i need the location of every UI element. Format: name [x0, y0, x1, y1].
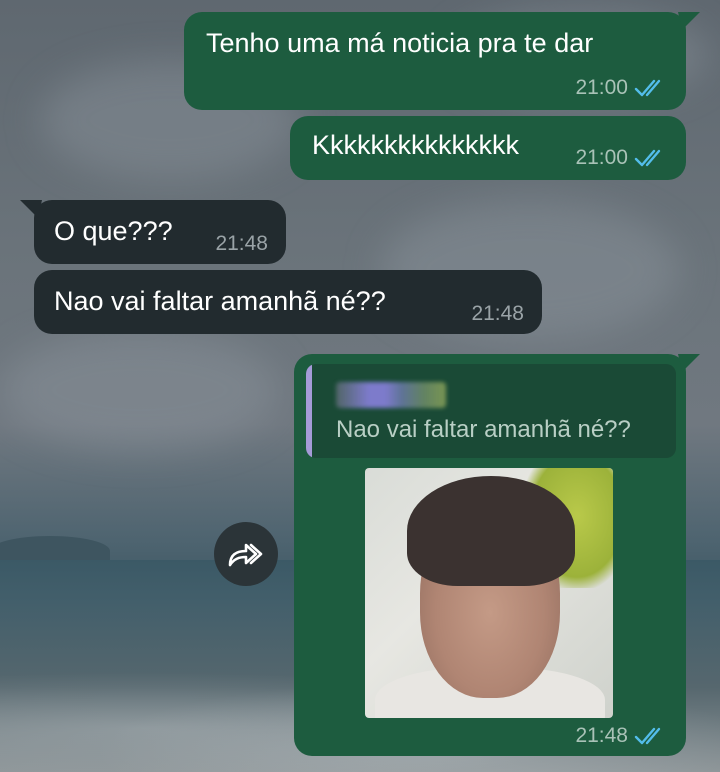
- forward-arrow-icon: [228, 543, 263, 567]
- blurred-sender-name: [336, 382, 446, 408]
- outgoing-image-reply-bubble[interactable]: Nao vai faltar amanhã né?? 21:48: [294, 354, 700, 756]
- message-text: O que???: [54, 216, 173, 246]
- message-text: Tenho uma má noticia pra te dar: [206, 28, 594, 58]
- image-attachment[interactable]: [365, 468, 613, 718]
- double-check-icon: [634, 727, 661, 745]
- quoted-message[interactable]: Nao vai faltar amanhã né??: [306, 364, 676, 458]
- message-time: 21:48: [215, 232, 268, 255]
- double-check-icon: [634, 79, 661, 97]
- message-text: Nao vai faltar amanhã né??: [54, 286, 386, 316]
- double-check-icon: [634, 149, 661, 167]
- message-time: 21:48: [471, 302, 524, 325]
- forward-button[interactable]: [214, 522, 278, 586]
- quote-accent-bar: [306, 364, 312, 458]
- outgoing-message-bubble[interactable]: Tenho uma má noticia pra te dar 21:00: [184, 12, 700, 110]
- message-text: Kkkkkkkkkkkkkkk: [312, 130, 520, 160]
- message-time: 21:48: [575, 724, 628, 747]
- message-time: 21:00: [575, 76, 628, 99]
- quoted-text: Nao vai faltar amanhã né??: [336, 416, 631, 443]
- incoming-message-bubble[interactable]: O que??? 21:48: [20, 200, 286, 264]
- incoming-message-bubble[interactable]: Nao vai faltar amanhã né?? 21:48: [34, 270, 542, 334]
- outgoing-message-bubble[interactable]: Kkkkkkkkkkkkkkk 21:00: [290, 116, 686, 180]
- message-time: 21:00: [575, 146, 628, 169]
